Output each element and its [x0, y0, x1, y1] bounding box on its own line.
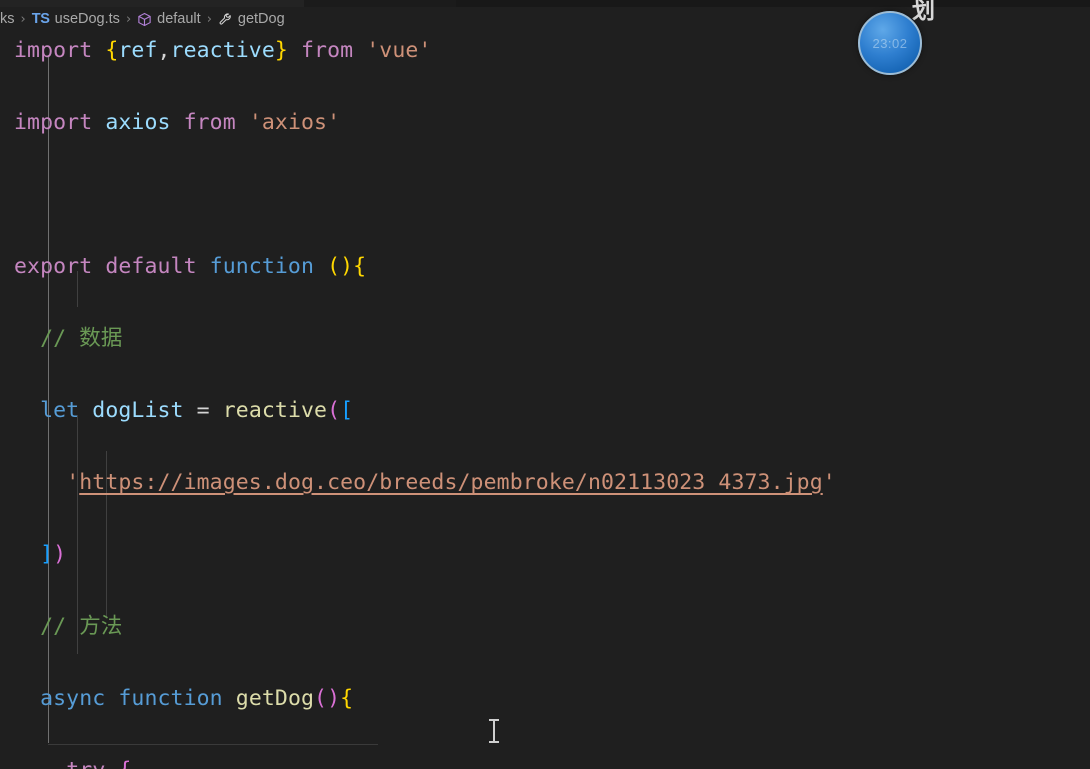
code-line-text: import axios from 'axios' [14, 110, 341, 135]
breadcrumb-symbol-default-label: default [157, 11, 201, 27]
code-line: let dogList = reactive([ [0, 393, 1090, 429]
breadcrumb-separator-icon: › [206, 11, 212, 27]
code-line-text: 'https://images.dog.ceo/breeds/pembroke/… [66, 470, 836, 495]
code-line-comment: // 数据 [0, 321, 1090, 357]
code-line-text: let dogList = reactive([ [40, 398, 354, 423]
image-url-link[interactable]: https://images.dog.ceo/breeds/pembroke/n… [79, 470, 823, 495]
code-line-text: import {ref,reactive} from 'vue' [14, 38, 432, 63]
code-line-text: async function getDog(){ [40, 686, 354, 711]
code-line: import axios from 'axios' [0, 105, 1090, 141]
code-line: try { [0, 753, 1090, 769]
code-line: async function getDog(){ [0, 681, 1090, 717]
cube-icon [137, 12, 152, 27]
breadcrumb-separator-icon: › [20, 11, 26, 27]
breadcrumb-folder-label: ks [0, 11, 15, 27]
breadcrumb-item-symbol-getdog[interactable]: getDog [218, 11, 285, 27]
typescript-icon: TS [31, 11, 50, 27]
breadcrumb-symbol-getdog-label: getDog [237, 11, 285, 27]
breadcrumb-item-symbol-default[interactable]: default [137, 11, 201, 27]
code-line-text: ]) [40, 542, 67, 567]
breadcrumb-separator-icon: › [125, 11, 132, 27]
code-comment-methods: // 方法 [14, 614, 123, 639]
breadcrumb-file-label: useDog.ts [54, 11, 120, 27]
tab-active-usedog[interactable] [0, 0, 304, 7]
mouse-text-cursor [489, 719, 499, 743]
code-line: ]) [0, 537, 1090, 573]
indent-guide-underline-return [48, 744, 378, 745]
code-line-url: 'https://images.dog.ceo/breeds/pembroke/… [0, 465, 1090, 501]
code-comment-data: // 数据 [14, 326, 123, 351]
video-top-glyphs: 划 [912, 0, 941, 23]
code-line-comment: // 方法 [0, 609, 1090, 645]
breadcrumb-item-file[interactable]: TS useDog.ts [32, 11, 120, 27]
code-line-text: export default function (){ [14, 254, 367, 279]
code-editor[interactable]: import {ref,reactive} from 'vue' import … [0, 33, 1090, 769]
code-line-text: try { [14, 753, 131, 769]
code-line: import {ref,reactive} from 'vue' [0, 33, 1090, 69]
tab-strip-background [304, 0, 456, 7]
wrench-icon [218, 12, 233, 27]
video-watermark-avatar: 23:02 [858, 11, 922, 75]
watermark-time-label: 23:02 [872, 35, 908, 51]
code-line: export default function (){ [0, 249, 1090, 285]
breadcrumb-item-folder[interactable]: ks [0, 11, 15, 27]
